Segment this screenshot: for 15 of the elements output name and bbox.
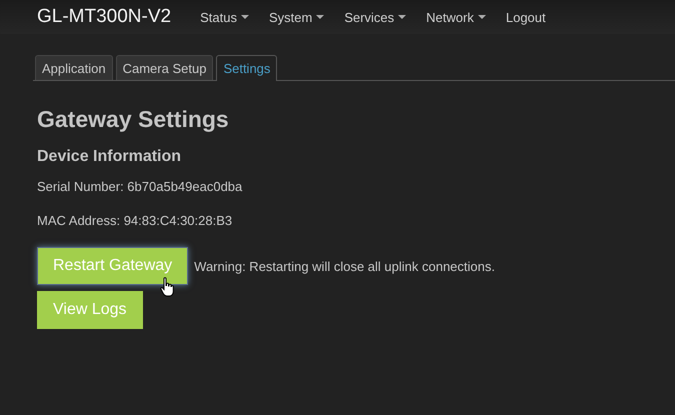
cursor-icon bbox=[160, 277, 176, 297]
page-heading: Gateway Settings bbox=[37, 105, 230, 133]
nav-menu-item[interactable]: System bbox=[258, 10, 334, 24]
nav-menu-item[interactable]: Logout bbox=[496, 10, 556, 24]
tab[interactable]: Camera Setup bbox=[116, 55, 214, 80]
nav-menu-item[interactable]: Network bbox=[416, 10, 496, 24]
warning-text: Warning: Restarting will close all uplink connections. bbox=[194, 258, 495, 274]
brand-title[interactable]: GL-MT300N-V2 bbox=[37, 6, 172, 28]
tab[interactable]: Application bbox=[35, 55, 113, 80]
nav-menu-item[interactable]: Services bbox=[334, 10, 416, 24]
info-text: Serial Number: 6b70a5b49eac0dba bbox=[37, 179, 244, 195]
tab[interactable]: Settings bbox=[216, 55, 278, 81]
info-text: MAC Address: 94:83:C4:30:28:B3 bbox=[37, 213, 234, 229]
section-heading: Device Information bbox=[37, 147, 182, 167]
nav-menu-item[interactable]: Status bbox=[190, 10, 259, 24]
